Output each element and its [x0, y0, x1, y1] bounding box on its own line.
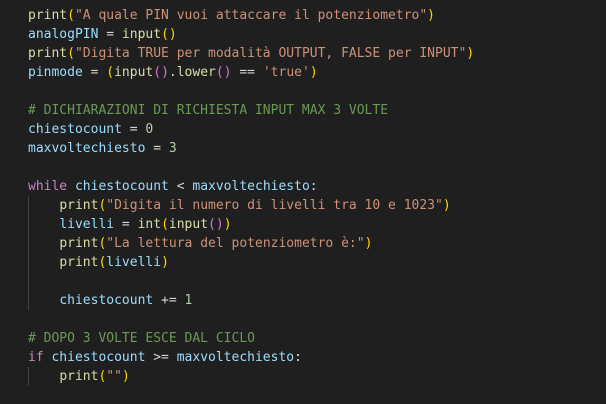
code-token: chiestocount: [74, 179, 169, 194]
code-token: (): [161, 27, 177, 42]
code-token: ): [223, 217, 232, 232]
code-token: print: [59, 369, 99, 384]
code-line[interactable]: print(""): [28, 367, 606, 386]
code-token: (: [161, 217, 169, 232]
code-line[interactable]: print(livelli): [28, 253, 606, 272]
code-token: print: [59, 236, 99, 251]
code-token: lower: [176, 65, 216, 80]
code-editor[interactable]: print("A quale PIN vuoi attaccare il pot…: [0, 0, 606, 404]
code-token: =: [114, 217, 138, 232]
code-token: int: [137, 217, 162, 232]
code-token: livelli: [106, 255, 162, 270]
code-token: chiestocount: [28, 122, 122, 137]
code-line[interactable]: print("Digita il numero di livelli tra 1…: [28, 196, 606, 215]
code-line[interactable]: # DICHIARAZIONI DI RICHIESTA INPUT MAX 3…: [28, 101, 606, 120]
code-token: (): [215, 65, 232, 80]
code-token: :: [294, 350, 302, 365]
code-token: ): [466, 46, 475, 61]
code-line[interactable]: [28, 82, 606, 101]
code-token: print: [59, 255, 99, 270]
code-token: ): [427, 8, 435, 23]
code-token: (): [208, 217, 224, 232]
code-token: "Digita il numero di livelli tra 10 e 10…: [106, 198, 443, 213]
code-token: 3: [168, 141, 177, 156]
code-line[interactable]: print("Digita TRUE per modalità OUTPUT, …: [28, 44, 606, 63]
code-line[interactable]: while chiestocount < maxvoltechiesto:: [28, 177, 606, 196]
code-line[interactable]: chiestocount = 0: [28, 120, 606, 139]
code-token: analogPIN: [28, 27, 99, 42]
code-line[interactable]: analogPIN = input(): [28, 25, 606, 44]
code-token: (): [153, 65, 169, 80]
code-token: 0: [145, 122, 154, 137]
code-line[interactable]: [28, 272, 606, 291]
code-token: maxvoltechiesto: [28, 141, 146, 156]
code-line[interactable]: maxvoltechiesto = 3: [28, 139, 606, 158]
code-line[interactable]: print("A quale PIN vuoi attaccare il pot…: [28, 6, 606, 25]
code-line[interactable]: [28, 310, 606, 329]
code-token: input: [114, 65, 154, 80]
code-token: "A quale PIN vuoi attaccare il potenziom…: [74, 8, 428, 23]
code-lines[interactable]: print("A quale PIN vuoi attaccare il pot…: [28, 6, 606, 386]
code-token: (: [67, 8, 75, 23]
code-token: print: [59, 198, 99, 213]
code-line[interactable]: pinmode = (input().lower() == 'true'): [28, 63, 606, 82]
code-token: 1: [184, 293, 193, 308]
code-token: # DICHIARAZIONI DI RICHIESTA INPUT MAX 3…: [28, 103, 389, 118]
code-line[interactable]: [28, 158, 606, 177]
code-token: maxvoltechiesto: [176, 350, 295, 365]
code-token: input: [121, 27, 162, 42]
code-token: ): [161, 255, 169, 270]
code-token: if: [28, 350, 44, 365]
code-token: "": [106, 369, 122, 384]
code-token: .: [168, 65, 177, 80]
code-token: chiestocount: [59, 293, 154, 308]
code-token: (: [106, 65, 115, 80]
code-token: ): [121, 369, 130, 384]
code-line[interactable]: livelli = int(input()): [28, 215, 606, 234]
code-token: =: [121, 122, 146, 137]
code-line[interactable]: chiestocount += 1: [28, 291, 606, 310]
code-token: "La lettura del potenziometro è:": [106, 236, 365, 251]
code-token: >=: [145, 350, 177, 365]
code-token: =: [145, 141, 169, 156]
code-token: chiestocount: [51, 350, 146, 365]
code-line[interactable]: print("La lettura del potenziometro è:"): [28, 234, 606, 253]
code-token: 'true': [262, 65, 310, 80]
code-token: =: [98, 27, 122, 42]
code-token: <: [168, 179, 193, 194]
code-token: print: [28, 8, 68, 23]
code-token: pinmode: [28, 65, 83, 80]
code-token: (: [67, 46, 75, 61]
code-token: ): [309, 65, 318, 80]
code-token: livelli: [59, 217, 115, 232]
code-token: maxvoltechiesto: [192, 179, 310, 194]
code-token: ==: [231, 65, 263, 80]
code-token: print: [28, 46, 68, 61]
code-token: # DOPO 3 VOLTE ESCE DAL CICLO: [28, 331, 255, 346]
code-token: ): [364, 236, 373, 251]
code-line[interactable]: if chiestocount >= maxvoltechiesto:: [28, 348, 606, 367]
code-token: ): [442, 198, 451, 213]
code-token: input: [168, 217, 209, 232]
code-token: =: [82, 65, 107, 80]
code-token: :: [309, 179, 318, 194]
code-token: while: [28, 179, 68, 194]
code-token: "Digita TRUE per modalità OUTPUT, FALSE …: [74, 46, 467, 61]
code-line[interactable]: # DOPO 3 VOLTE ESCE DAL CICLO: [28, 329, 606, 348]
code-token: +=: [153, 293, 185, 308]
